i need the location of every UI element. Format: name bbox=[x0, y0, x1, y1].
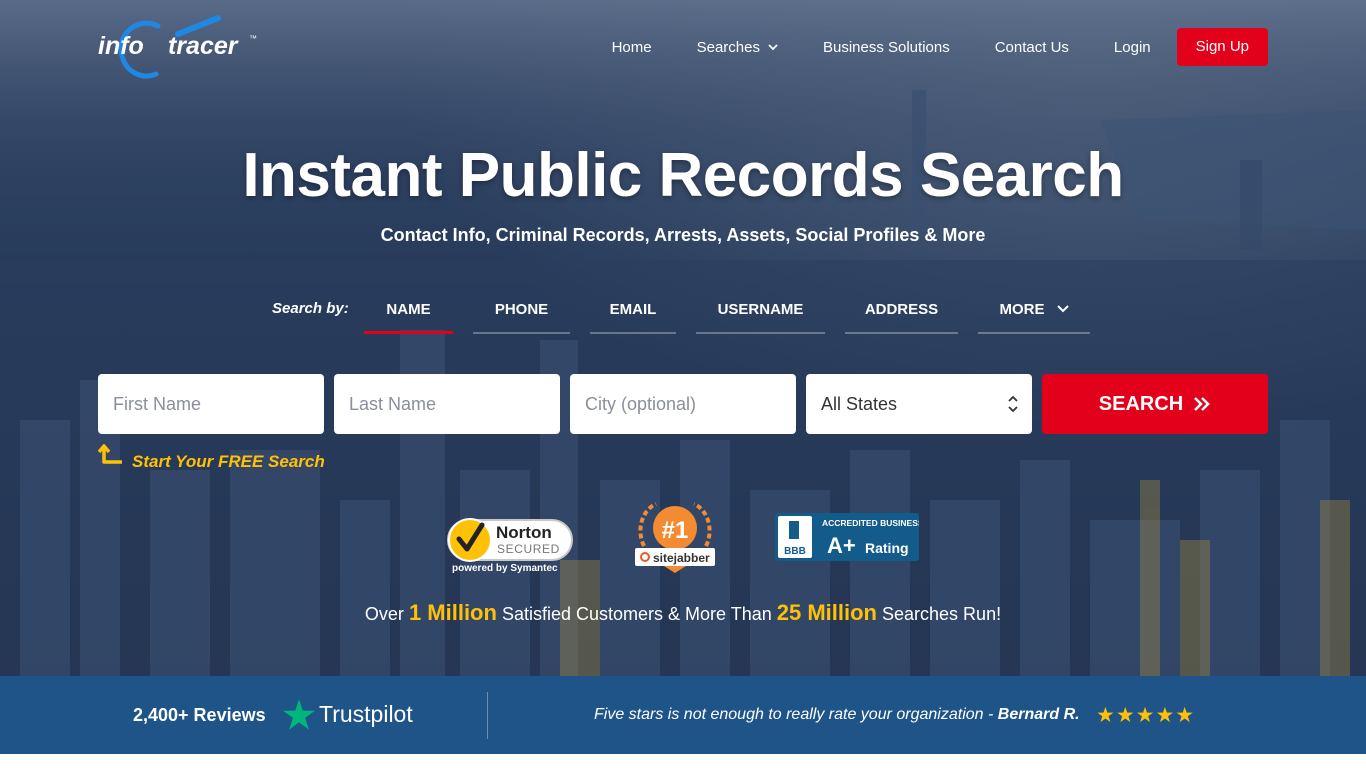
infotracer-logo[interactable]: info tracer ™ bbox=[98, 14, 268, 82]
nav-business-label: Business Solutions bbox=[822, 38, 950, 56]
tab-phone[interactable]: PHONE bbox=[473, 298, 570, 334]
norton-secured-badge: Norton SECURED powered by Symantec bbox=[447, 518, 573, 574]
page-title: Instant Public Records Search bbox=[242, 141, 1124, 210]
logo-tm-text: ™ bbox=[249, 34, 257, 43]
reviews-bar: 2,400+ Reviews Trustpilot Five stars is … bbox=[0, 676, 1366, 754]
tab-address[interactable]: ADDRESS bbox=[845, 298, 958, 334]
bbb-logo-text: BBB bbox=[784, 546, 806, 557]
nav-home-label: Home bbox=[611, 38, 652, 56]
search-button-label: SEARCH bbox=[1098, 392, 1184, 415]
sitejabber-badge: #1 sitejabber bbox=[635, 502, 715, 573]
stats-line: Over 1 Million Satisfied Customers & Mor… bbox=[0, 600, 1366, 626]
state-select-value: All States bbox=[821, 393, 898, 414]
nav-contact-label: Contact Us bbox=[994, 38, 1069, 56]
trustpilot-name: Trustpilot bbox=[319, 701, 413, 727]
nav-login-link[interactable]: Login bbox=[1114, 39, 1151, 56]
chevron-down-icon bbox=[1056, 305, 1069, 313]
bottom-strip bbox=[0, 754, 1366, 768]
bbb-rating-text: Rating bbox=[865, 540, 909, 556]
logo-info-text: info bbox=[98, 32, 144, 60]
chevron-down-icon bbox=[768, 44, 778, 51]
bbb-accredited-text: ACCREDITED BUSINESS bbox=[822, 518, 919, 528]
tab-email[interactable]: EMAIL bbox=[590, 298, 676, 334]
tab-username-label: USERNAME bbox=[717, 301, 804, 318]
nav-home-link[interactable]: Home bbox=[612, 39, 652, 56]
hero-section: info tracer ™ Home Searches Business Sol… bbox=[0, 0, 1366, 676]
signup-button[interactable]: Sign Up bbox=[1176, 28, 1268, 66]
bbb-accredited-badge: BBB ACCREDITED BUSINESS A+ Rating bbox=[775, 513, 919, 561]
testimonial-quote: Five stars is not enough to really rate … bbox=[594, 706, 1080, 724]
top-nav: Home Searches Business Solutions Contact… bbox=[567, 28, 1268, 66]
stats-suffix: Searches Run! bbox=[882, 604, 1002, 624]
tab-more-label: MORE bbox=[999, 301, 1045, 318]
tab-phone-label: PHONE bbox=[494, 301, 549, 318]
nav-contact-link[interactable]: Contact Us bbox=[995, 39, 1069, 56]
tab-name-label: NAME bbox=[386, 301, 431, 318]
tab-email-label: EMAIL bbox=[609, 301, 657, 318]
first-name-input[interactable] bbox=[98, 374, 324, 434]
trust-badges: Norton SECURED powered by Symantec #1 si… bbox=[0, 500, 1366, 580]
rating-stars: ★★★★★ bbox=[1096, 704, 1196, 727]
norton-secured-text: SECURED bbox=[497, 542, 560, 556]
tab-address-label: ADDRESS bbox=[864, 301, 939, 318]
curved-arrow-icon bbox=[98, 444, 122, 464]
updown-chevron-icon bbox=[1008, 395, 1018, 413]
stats-prefix: Over bbox=[364, 604, 404, 624]
norton-name-text: Norton bbox=[496, 523, 552, 542]
trustpilot-logo[interactable]: Trustpilot bbox=[283, 699, 413, 730]
last-name-input[interactable] bbox=[334, 374, 560, 434]
free-search-cta: Start Your FREE Search bbox=[98, 444, 325, 471]
testimonial-author: Bernard R. bbox=[997, 706, 1080, 723]
city-input[interactable] bbox=[570, 374, 796, 434]
page-subtitle: Contact Info, Criminal Records, Arrests,… bbox=[380, 225, 986, 245]
nav-business-link[interactable]: Business Solutions bbox=[823, 39, 950, 56]
stats-customers: 1 Million bbox=[408, 600, 497, 625]
nav-searches-label: Searches bbox=[696, 38, 760, 56]
double-chevron-right-icon bbox=[1194, 397, 1211, 411]
sitejabber-rank-text: #1 bbox=[662, 517, 689, 544]
search-by-label: Search by: bbox=[272, 300, 349, 317]
search-button[interactable]: SEARCH bbox=[1042, 374, 1268, 434]
tab-more[interactable]: MORE bbox=[978, 298, 1090, 334]
tab-username[interactable]: USERNAME bbox=[696, 298, 825, 334]
stats-middle: Satisfied Customers & More Than bbox=[501, 604, 772, 624]
tab-name[interactable]: NAME bbox=[364, 298, 453, 334]
bbb-grade-text: A+ bbox=[827, 533, 856, 558]
norton-powered-text: powered by Symantec bbox=[452, 563, 558, 574]
state-select[interactable]: All States bbox=[806, 374, 1032, 434]
footer-divider bbox=[487, 692, 488, 739]
stats-searches: 25 Million bbox=[776, 600, 877, 625]
star-icon bbox=[283, 699, 315, 730]
nav-searches-dropdown[interactable]: Searches bbox=[697, 39, 778, 56]
reviews-count: 2,400+ Reviews bbox=[133, 705, 266, 725]
logo-tracer-text: tracer bbox=[168, 32, 239, 60]
nav-login-label: Login bbox=[1113, 38, 1151, 56]
sitejabber-name-text: sitejabber bbox=[653, 551, 710, 565]
testimonial-text: Five stars is not enough to really rate … bbox=[594, 706, 994, 723]
free-search-text: Start Your FREE Search bbox=[132, 452, 325, 471]
search-type-tabs: NAME PHONE EMAIL USERNAME ADDRESS MORE bbox=[364, 298, 1090, 334]
